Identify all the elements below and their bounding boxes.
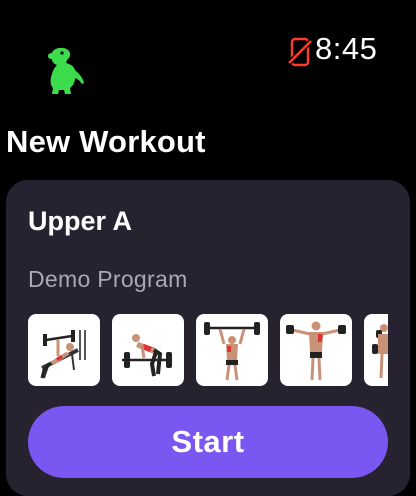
- dinosaur-logo-icon: [44, 46, 86, 96]
- clock-time: 8:45: [315, 31, 378, 66]
- workout-name: Upper A: [28, 206, 133, 236]
- lateral-raise-exercise-icon: [280, 314, 352, 386]
- exercise-thumbnail-strip[interactable]: [28, 314, 388, 386]
- watch-screen: 8:45 New Workout Upper A Demo Program St…: [0, 0, 416, 496]
- bench-press-exercise-icon: [28, 314, 100, 386]
- page-title: New Workout: [6, 124, 206, 159]
- dumbbell-exercise-icon: [364, 314, 388, 386]
- phone-disconnected-icon: [287, 37, 313, 67]
- barbell-row-exercise-icon: [112, 314, 184, 386]
- start-button[interactable]: Start: [28, 406, 388, 478]
- program-name: Demo Program: [28, 266, 188, 292]
- status-bar: 8:45: [0, 0, 416, 110]
- workout-card[interactable]: Upper A Demo Program Start: [6, 180, 410, 496]
- overhead-press-exercise-icon: [196, 314, 268, 386]
